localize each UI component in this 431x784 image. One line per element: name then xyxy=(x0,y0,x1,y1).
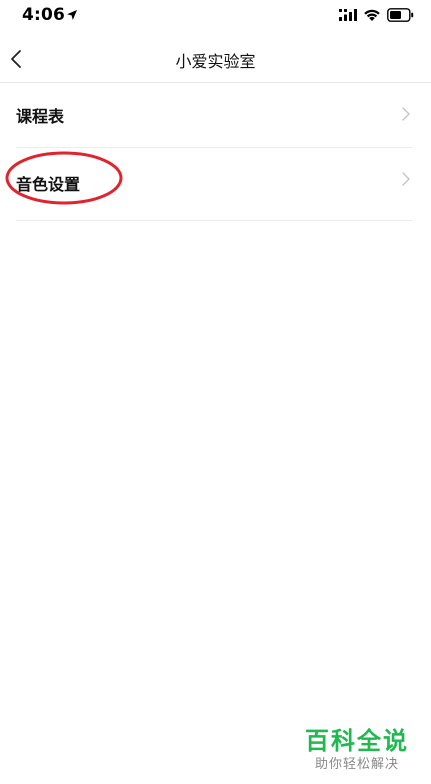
chevron-right-icon xyxy=(402,172,410,186)
list-item-label: 音色设置 xyxy=(16,175,81,194)
list-item-voice-settings[interactable]: 音色设置 xyxy=(16,147,412,221)
watermark: 百科全说 助你轻松解决 xyxy=(297,726,417,774)
watermark-title: 百科全说 xyxy=(305,727,409,755)
signal-icon xyxy=(339,9,357,21)
watermark-subtitle: 助你轻松解决 xyxy=(314,757,399,772)
location-arrow-icon xyxy=(67,10,77,20)
list-item-timetable[interactable]: 课程表 xyxy=(16,83,412,148)
status-time: 4:06 xyxy=(22,5,66,25)
battery-icon xyxy=(387,8,414,22)
page-title: 小爱实验室 xyxy=(175,52,256,71)
nav-bar: 小爱实验室 xyxy=(0,34,431,83)
chevron-right-icon xyxy=(402,107,410,121)
screen: 4:06 小爱实验室 课程表 音色设置 百科全说 助你轻松解决 xyxy=(0,0,431,784)
status-bar: 4:06 xyxy=(0,0,431,34)
wifi-icon xyxy=(364,9,380,21)
list-item-label: 课程表 xyxy=(16,107,65,126)
